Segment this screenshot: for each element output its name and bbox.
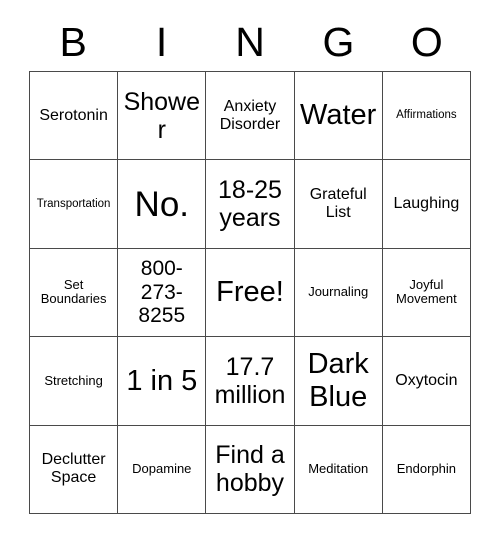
bingo-cell-label: Dopamine (132, 461, 192, 477)
bingo-cell-r5c2[interactable]: Dopamine (118, 425, 207, 514)
bingo-cell-r3c2[interactable]: 800-273-8255 (118, 248, 207, 338)
bingo-cell-label: Free! (216, 276, 284, 309)
bingo-cell-r4c5[interactable]: Oxytocin (382, 337, 471, 426)
bingo-cell-label: Stretching (44, 372, 103, 388)
bingo-cell-label: Serotonin (39, 106, 108, 124)
bingo-cell-free-space[interactable]: Free! (206, 248, 295, 338)
bingo-cell-label: Oxytocin (395, 371, 458, 389)
bingo-cell-r5c3[interactable]: Find a hobby (206, 425, 295, 514)
bingo-cell-r4c1[interactable]: Stretching (30, 337, 119, 426)
bingo-cell-label: Find a hobby (215, 441, 285, 498)
bingo-cell-label: 800-273-8255 (138, 257, 186, 328)
bingo-cell-r2c1[interactable]: Transportation (30, 160, 119, 249)
bingo-cell-r5c4[interactable]: Meditation (294, 425, 383, 514)
bingo-cell-r3c4[interactable]: Journaling (294, 248, 383, 338)
bingo-header-letter-i: I (155, 19, 168, 65)
bingo-cell-r5c5[interactable]: Endorphin (382, 425, 471, 514)
bingo-header-letter-b: B (59, 19, 87, 65)
bingo-cell-r2c2[interactable]: No. (118, 160, 207, 249)
bingo-cell-r4c4[interactable]: Dark Blue (294, 337, 383, 426)
bingo-cell-label: Journaling (308, 284, 369, 300)
bingo-cell-label: Shower (123, 87, 201, 144)
bingo-header-letter-g: G (322, 19, 355, 65)
bingo-cell-label: Declutter Space (41, 451, 106, 487)
bingo-card: B I N G O Serotonin Shower Anxiety Disor… (0, 0, 500, 544)
bingo-cell-r1c2[interactable]: Shower (118, 72, 207, 161)
bingo-cell-r3c1[interactable]: Set Boundaries (30, 248, 119, 338)
bingo-cell-r3c5[interactable]: Joyful Movement (382, 248, 471, 338)
bingo-cell-label: Affirmations (396, 109, 457, 122)
bingo-cell-r1c4[interactable]: Water (294, 72, 383, 161)
bingo-cell-label: Transportation (36, 197, 111, 210)
bingo-cell-label: Joyful Movement (396, 276, 457, 307)
bingo-header-row: B I N G O (29, 14, 471, 71)
bingo-cell-label: Grateful List (309, 186, 367, 222)
bingo-cell-r1c3[interactable]: Anxiety Disorder (206, 72, 295, 161)
bingo-cell-label: Meditation (308, 461, 369, 477)
bingo-cell-label: Dark Blue (307, 348, 369, 413)
bingo-cell-r1c5[interactable]: Affirmations (382, 72, 471, 161)
bingo-header-letter-o: O (410, 19, 443, 65)
bingo-cell-r4c2[interactable]: 1 in 5 (118, 337, 207, 426)
bingo-cell-r4c3[interactable]: 17.7 million (206, 337, 295, 426)
bingo-header-letter-n: N (235, 19, 265, 65)
bingo-cell-label: Laughing (393, 195, 460, 213)
bingo-cell-label: Endorphin (396, 461, 457, 477)
bingo-cell-r2c4[interactable]: Grateful List (294, 160, 383, 249)
bingo-cell-r5c1[interactable]: Declutter Space (30, 425, 119, 514)
bingo-cell-r2c3[interactable]: 18-25 years (206, 160, 295, 249)
bingo-grid: Serotonin Shower Anxiety Disorder Water … (29, 71, 471, 514)
bingo-cell-label: Anxiety Disorder (219, 97, 281, 133)
bingo-cell-r2c5[interactable]: Laughing (382, 160, 471, 249)
bingo-cell-label: 18-25 years (218, 176, 282, 233)
bingo-cell-label: Water (300, 99, 377, 132)
bingo-cell-label: 17.7 million (214, 352, 286, 409)
bingo-cell-label: 1 in 5 (126, 364, 198, 397)
bingo-cell-label: Set Boundaries (40, 276, 107, 307)
bingo-cell-label: No. (134, 184, 190, 224)
bingo-cell-r1c1[interactable]: Serotonin (30, 72, 119, 161)
